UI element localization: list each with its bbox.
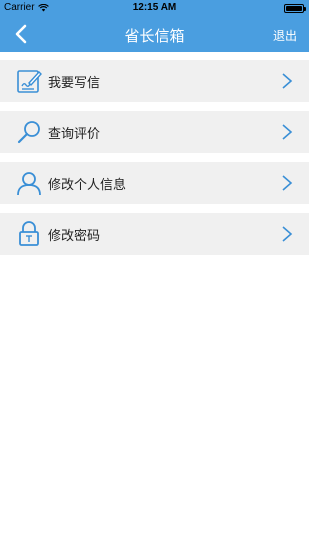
status-bar: Carrier 12:15 AM bbox=[0, 0, 309, 16]
chevron-right-icon bbox=[282, 175, 293, 191]
menu-item-label: 修改密码 bbox=[48, 227, 101, 243]
search-icon bbox=[14, 117, 44, 147]
menu-item-label: 修改个人信息 bbox=[48, 176, 127, 192]
battery-icon bbox=[284, 4, 306, 13]
menu-item-label: 我要写信 bbox=[48, 74, 101, 90]
menu-list: 我要写信 查询评价 修改个人信息 修改密码 bbox=[0, 60, 309, 264]
menu-item-edit-profile[interactable]: 修改个人信息 bbox=[0, 162, 309, 204]
chevron-right-icon bbox=[282, 226, 293, 242]
status-time: 12:15 AM bbox=[132, 2, 177, 13]
menu-item-write-letter[interactable]: 我要写信 bbox=[0, 60, 309, 102]
menu-item-change-password[interactable]: 修改密码 bbox=[0, 213, 309, 255]
lock-icon bbox=[14, 219, 44, 249]
menu-item-query-review[interactable]: 查询评价 bbox=[0, 111, 309, 153]
user-icon bbox=[14, 168, 44, 198]
menu-item-label: 查询评价 bbox=[48, 125, 101, 141]
write-letter-icon bbox=[14, 66, 44, 96]
logout-button[interactable]: 退出 bbox=[273, 27, 297, 44]
nav-bar: 省长信箱 退出 bbox=[0, 16, 309, 52]
page-title: 省长信箱 bbox=[124, 28, 185, 45]
chevron-right-icon bbox=[282, 73, 293, 89]
chevron-right-icon bbox=[282, 124, 293, 140]
